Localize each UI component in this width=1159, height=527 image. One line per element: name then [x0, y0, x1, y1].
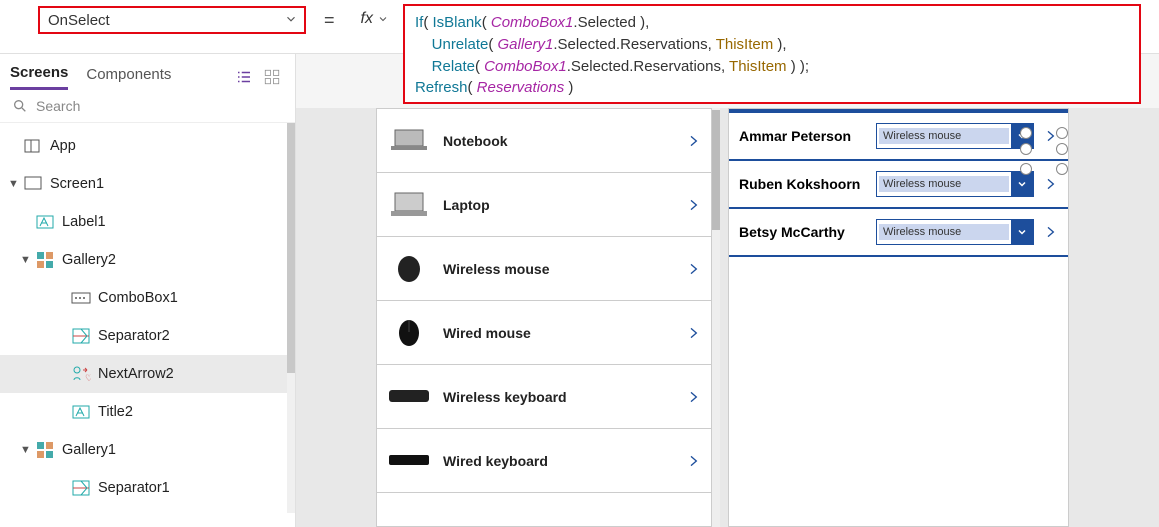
chevron-right-icon[interactable]: [685, 385, 701, 409]
combobox-icon: [70, 287, 92, 309]
label-icon: [70, 401, 92, 423]
property-dropdown[interactable]: OnSelect: [38, 6, 306, 34]
formula-bar: OnSelect = fx If( IsBlank( ComboBox1.Sel…: [0, 0, 1159, 54]
tree-node-gallery2[interactable]: ▼ Gallery2: [0, 241, 295, 279]
tree-node-label: App: [50, 138, 76, 154]
product-name: Notebook: [443, 133, 685, 149]
svg-text:♡: ♡: [85, 373, 91, 383]
tree-node-separator2[interactable]: Separator2: [0, 317, 295, 355]
product-row[interactable]: Wired keyboard: [377, 429, 711, 493]
product-image: [387, 445, 431, 477]
tree-view-panel: Screens Components Search App ▼ Screen1 Lab…: [0, 54, 296, 527]
chevron-down-icon: [284, 12, 298, 26]
app-canvas: Notebook Laptop Wireless mouse Wired mouse W…: [296, 108, 1159, 527]
chevron-right-icon[interactable]: [685, 321, 701, 345]
control-tree: App ▼ Screen1 Label1 ▼ Gallery2 ComboBox1 Separ…: [0, 123, 295, 507]
gallery-icon: [34, 439, 56, 461]
panel-tabs: Screens Components: [0, 54, 295, 90]
tree-node-combobox1[interactable]: ComboBox1: [0, 279, 295, 317]
tree-node-label: Title2: [98, 404, 133, 420]
tree-node-label: Label1: [62, 214, 106, 230]
reservation-combobox[interactable]: Wireless mouse: [876, 219, 1034, 245]
reservation-row: Ruben KokshoornWireless mouse: [729, 161, 1068, 209]
product-row[interactable]: Wireless mouse: [377, 237, 711, 301]
tree-node-label: ComboBox1: [98, 290, 178, 306]
tab-components[interactable]: Components: [86, 66, 171, 89]
next-arrow-icon[interactable]: [1042, 220, 1058, 244]
property-dropdown-value: OnSelect: [48, 12, 110, 29]
tree-node-label1[interactable]: Label1: [0, 203, 295, 241]
combobox-value: Wireless mouse: [879, 224, 1009, 240]
product-image: [387, 125, 431, 157]
product-name: Wired mouse: [443, 325, 685, 341]
expand-icon: ▼: [8, 178, 22, 190]
chevron-right-icon[interactable]: [685, 257, 701, 281]
separator-icon: [70, 477, 92, 499]
gallery-scrollbar[interactable]: [712, 108, 720, 527]
tree-node-label: Separator1: [98, 480, 170, 496]
next-arrow-icon[interactable]: [1042, 172, 1058, 196]
search-icon: [12, 98, 28, 114]
product-image: [387, 317, 431, 349]
reservation-name: Ruben Kokshoorn: [739, 176, 876, 192]
reservation-row: Ammar PetersonWireless mouse: [729, 113, 1068, 161]
product-name: Laptop: [443, 197, 685, 213]
search-placeholder: Search: [36, 98, 80, 114]
reservation-name: Ammar Peterson: [739, 128, 876, 144]
combobox-value: Wireless mouse: [879, 176, 1009, 192]
chevron-right-icon[interactable]: [685, 193, 701, 217]
chevron-down-icon[interactable]: [1011, 220, 1033, 244]
chevron-down-icon[interactable]: [1011, 172, 1033, 196]
product-row[interactable]: Wired mouse: [377, 301, 711, 365]
tree-scrollbar[interactable]: [287, 123, 295, 513]
expand-icon: ▼: [20, 254, 34, 266]
gallery-icon: [34, 249, 56, 271]
tree-node-label: NextArrow2: [98, 366, 174, 382]
separator-icon: [70, 325, 92, 347]
label-icon: [34, 211, 56, 233]
chevron-down-icon[interactable]: [1011, 124, 1033, 148]
grid-view-icon[interactable]: [261, 66, 283, 88]
product-image: [387, 189, 431, 221]
product-row[interactable]: Wireless keyboard: [377, 365, 711, 429]
tree-node-screen1[interactable]: ▼ Screen1: [0, 165, 295, 203]
tree-node-label: Separator2: [98, 328, 170, 344]
expand-icon: ▼: [20, 444, 34, 456]
chevron-right-icon[interactable]: [685, 129, 701, 153]
reservation-row: Betsy McCarthyWireless mouse: [729, 209, 1068, 257]
equals-label: =: [324, 10, 335, 31]
product-gallery: Notebook Laptop Wireless mouse Wired mouse W…: [376, 108, 712, 527]
product-name: Wireless mouse: [443, 261, 685, 277]
chevron-down-icon: [377, 13, 389, 25]
tree-node-separator1[interactable]: Separator1: [0, 469, 295, 507]
product-name: Wireless keyboard: [443, 389, 685, 405]
product-row[interactable]: Notebook: [377, 109, 711, 173]
fx-label[interactable]: fx: [361, 10, 389, 28]
tree-node-label: Gallery2: [62, 252, 116, 268]
tree-node-label: Screen1: [50, 176, 104, 192]
reservation-combobox[interactable]: Wireless mouse: [876, 123, 1034, 149]
combobox-value: Wireless mouse: [879, 128, 1009, 144]
nextarrow-icon: ♡: [70, 363, 92, 385]
tree-node-app[interactable]: App: [0, 127, 295, 165]
product-image: [387, 253, 431, 285]
tab-screens[interactable]: Screens: [10, 64, 68, 90]
tree-node-label: Gallery1: [62, 442, 116, 458]
tree-node-nextarrow2[interactable]: ♡ NextArrow2: [0, 355, 295, 393]
product-name: Wired keyboard: [443, 453, 685, 469]
reservation-combobox[interactable]: Wireless mouse: [876, 171, 1034, 197]
next-arrow-icon[interactable]: [1042, 124, 1058, 148]
screen-icon: [22, 173, 44, 195]
product-image: [387, 381, 431, 413]
formula-editor[interactable]: If( IsBlank( ComboBox1.Selected ), Unrel…: [403, 4, 1141, 104]
chevron-right-icon[interactable]: [685, 449, 701, 473]
tree-node-title2[interactable]: Title2: [0, 393, 295, 431]
app-icon: [22, 135, 44, 157]
product-row[interactable]: Laptop: [377, 173, 711, 237]
tree-node-gallery1[interactable]: ▼ Gallery1: [0, 431, 295, 469]
reservation-name: Betsy McCarthy: [739, 224, 876, 240]
tree-search[interactable]: Search: [0, 90, 295, 123]
list-view-icon[interactable]: [233, 66, 255, 88]
reservation-gallery: Ammar PetersonWireless mouseRuben Koksho…: [728, 108, 1069, 527]
